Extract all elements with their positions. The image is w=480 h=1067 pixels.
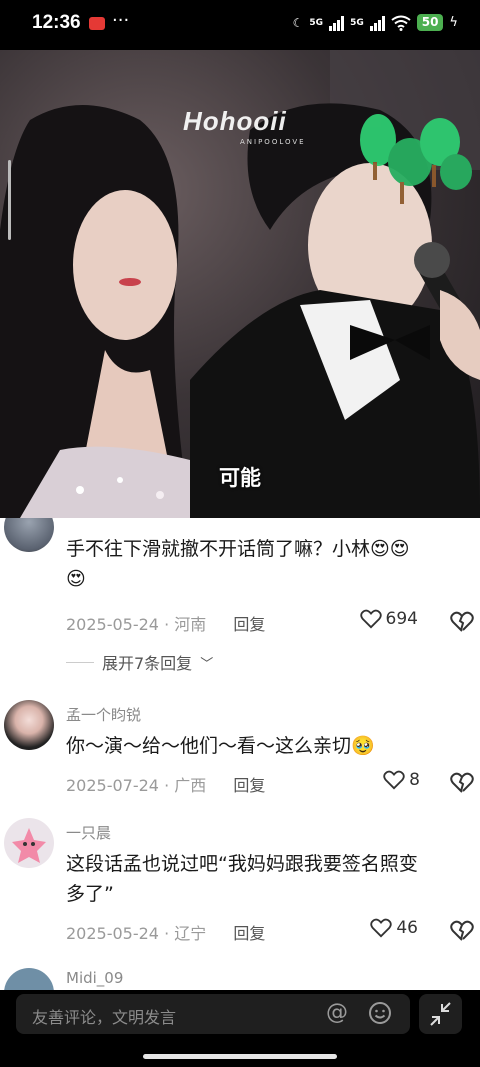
expand-replies-button[interactable]: 展开7条回复 ﹀ [66,650,213,674]
comment-item: Midi_09 [0,966,480,990]
battery-indicator: 50 [416,14,444,31]
home-indicator[interactable] [143,1054,337,1059]
like-button[interactable]: 694 [359,609,418,629]
avatar[interactable] [4,968,54,990]
comment-location: 辽宁 [174,924,207,943]
comment-input-bar: 友善评论，文明发言 @ [0,990,480,1067]
like-button[interactable]: 46 [370,918,418,938]
video-subtitle: 可能 [219,466,261,490]
reply-button[interactable]: 回复 [233,615,265,634]
signal-icon-2 [369,15,385,31]
status-icons: ☾ 5G 5G 50 ϟ [293,14,458,31]
scroll-edge-indicator [8,160,11,240]
broken-heart-icon[interactable] [450,771,474,795]
moon-icon: ☾ [292,15,304,30]
comment-input-placeholder: 友善评论，文明发言 [32,1008,177,1027]
comment-text-line: 你～演～给～他们～看～这么亲切🥹 [66,735,375,757]
heart-icon [370,918,393,938]
status-time: 12:36 [32,12,81,33]
comment-text: 手不往下滑就撤不开话筒了嘛？小林😍😍 😍 [66,534,476,594]
comment-date: 2025-05-24 [66,615,159,634]
emoji-icon[interactable] [368,1001,392,1025]
comment-list[interactable]: 手不往下滑就撤不开话筒了嘛？小林😍😍 😍 2025-05-24 · 河南 回复 … [0,518,480,990]
comment-text-line: 😍 [66,568,86,590]
avatar[interactable] [4,818,54,868]
comment-meta: 2025-07-24 · 广西 回复 [66,776,266,795]
video-player[interactable]: Hohooii ANIPOOLOVE 可能 [0,50,480,518]
heart-icon [383,770,405,790]
comment-date: 2025-07-24 [66,776,159,795]
comment-text-line: 手不往下滑就撤不开话筒了嘛？小林😍😍 [66,538,410,560]
broken-heart-icon[interactable] [450,610,474,634]
avatar[interactable] [4,518,54,552]
chevron-down-icon: ﹀ [200,656,214,672]
avatar[interactable] [4,700,54,750]
comment-meta: 2025-05-24 · 河南 回复 [66,615,266,634]
comment-input[interactable]: 友善评论，文明发言 @ [16,994,410,1034]
video-watermark-sub: ANIPOOLOVE [240,138,306,146]
reply-button[interactable]: 回复 [233,776,265,795]
comment-username[interactable]: 孟一个盷锐 [66,704,141,725]
expand-input-button[interactable] [419,994,462,1034]
comment-location: 广西 [174,776,207,795]
comment-username[interactable]: Midi_09 [66,969,123,987]
mention-icon[interactable]: @ [326,1000,348,1025]
comment-text-line: 这段话孟也说过吧“我妈妈跟我要签名照变 [66,853,418,875]
star-character-icon [12,828,46,863]
broken-heart-icon[interactable] [450,919,474,943]
like-count: 8 [409,770,420,790]
like-count: 694 [385,609,418,629]
comment-location: 河南 [174,615,207,634]
status-more-dots: ··· [112,10,130,31]
network-label-2: 5G [350,17,364,28]
charging-icon: ϟ [449,15,458,30]
comment-date: 2025-05-24 [66,924,159,943]
network-label: 5G [309,17,324,28]
comment-item: 一只晨 这段话孟也说过吧“我妈妈跟我要签名照变 多了” 2025-05-24 ·… [0,816,480,956]
expand-replies-label: 展开7条回复 [102,654,193,673]
comment-text: 这段话孟也说过吧“我妈妈跟我要签名照变 多了” [66,849,476,909]
reply-button[interactable]: 回复 [233,924,265,943]
wifi-icon [391,15,411,31]
comment-item: 孟一个盷锐 你～演～给～他们～看～这么亲切🥹 2025-07-24 · 广西 回… [0,698,480,808]
comment-username[interactable]: 一只晨 [66,822,111,843]
comment-text-line: 多了” [66,883,114,905]
heart-icon [359,609,382,629]
screen-record-icon [89,17,105,30]
signal-icon [329,15,345,31]
comment-meta: 2025-05-24 · 辽宁 回复 [66,924,266,943]
divider [66,661,94,663]
like-button[interactable]: 8 [383,770,420,790]
collapse-arrows-icon [430,1002,451,1026]
comment-text: 你～演～给～他们～看～这么亲切🥹 [66,731,476,761]
status-bar: 12:36 ··· ☾ 5G 5G 50 ϟ [0,0,480,50]
video-watermark: Hohooii [183,106,287,136]
like-count: 46 [396,918,418,938]
comment-item: 手不往下滑就撤不开话筒了嘛？小林😍😍 😍 2025-05-24 · 河南 回复 … [0,518,480,683]
